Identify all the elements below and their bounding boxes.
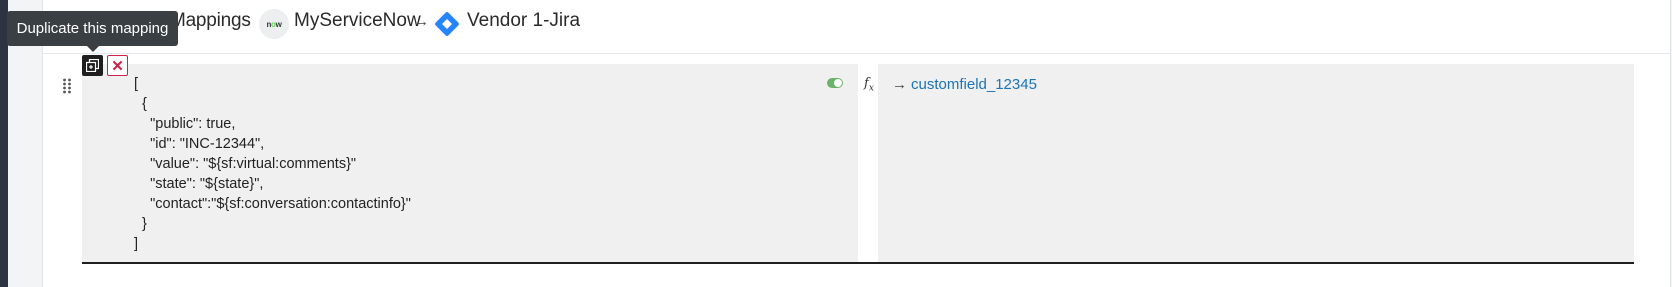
- jira-logo-icon: [435, 12, 459, 36]
- direction-arrow: →: [414, 13, 429, 30]
- source-system-name: MyServiceNow: [294, 10, 421, 31]
- servicenow-logo-icon: now: [259, 9, 289, 39]
- target-system-name: Vendor 1-Jira: [467, 10, 581, 31]
- duplicate-tooltip: Duplicate this mapping: [7, 11, 178, 52]
- duplicate-mapping-button[interactable]: [82, 55, 103, 76]
- duplicate-icon: [86, 59, 99, 72]
- target-arrow: →: [892, 76, 907, 93]
- source-expression-editor[interactable]: [ { "public": true, "id": "INC-12344", "…: [82, 64, 858, 262]
- delete-mapping-button[interactable]: ✕: [107, 55, 128, 76]
- target-field-link[interactable]: → customfield_12345: [892, 76, 1037, 93]
- target-field-name[interactable]: customfield_12345: [911, 76, 1037, 93]
- function-icon[interactable]: fx: [864, 76, 874, 94]
- drag-handle-icon[interactable]: [62, 78, 72, 94]
- mapping-row-divider: [82, 262, 1634, 264]
- close-icon: ✕: [111, 57, 124, 75]
- mapping-enabled-toggle[interactable]: [827, 78, 843, 88]
- source-code-text[interactable]: [ { "public": true, "id": "INC-12344", "…: [134, 74, 411, 254]
- target-field-panel[interactable]: → customfield_12345: [878, 64, 1634, 262]
